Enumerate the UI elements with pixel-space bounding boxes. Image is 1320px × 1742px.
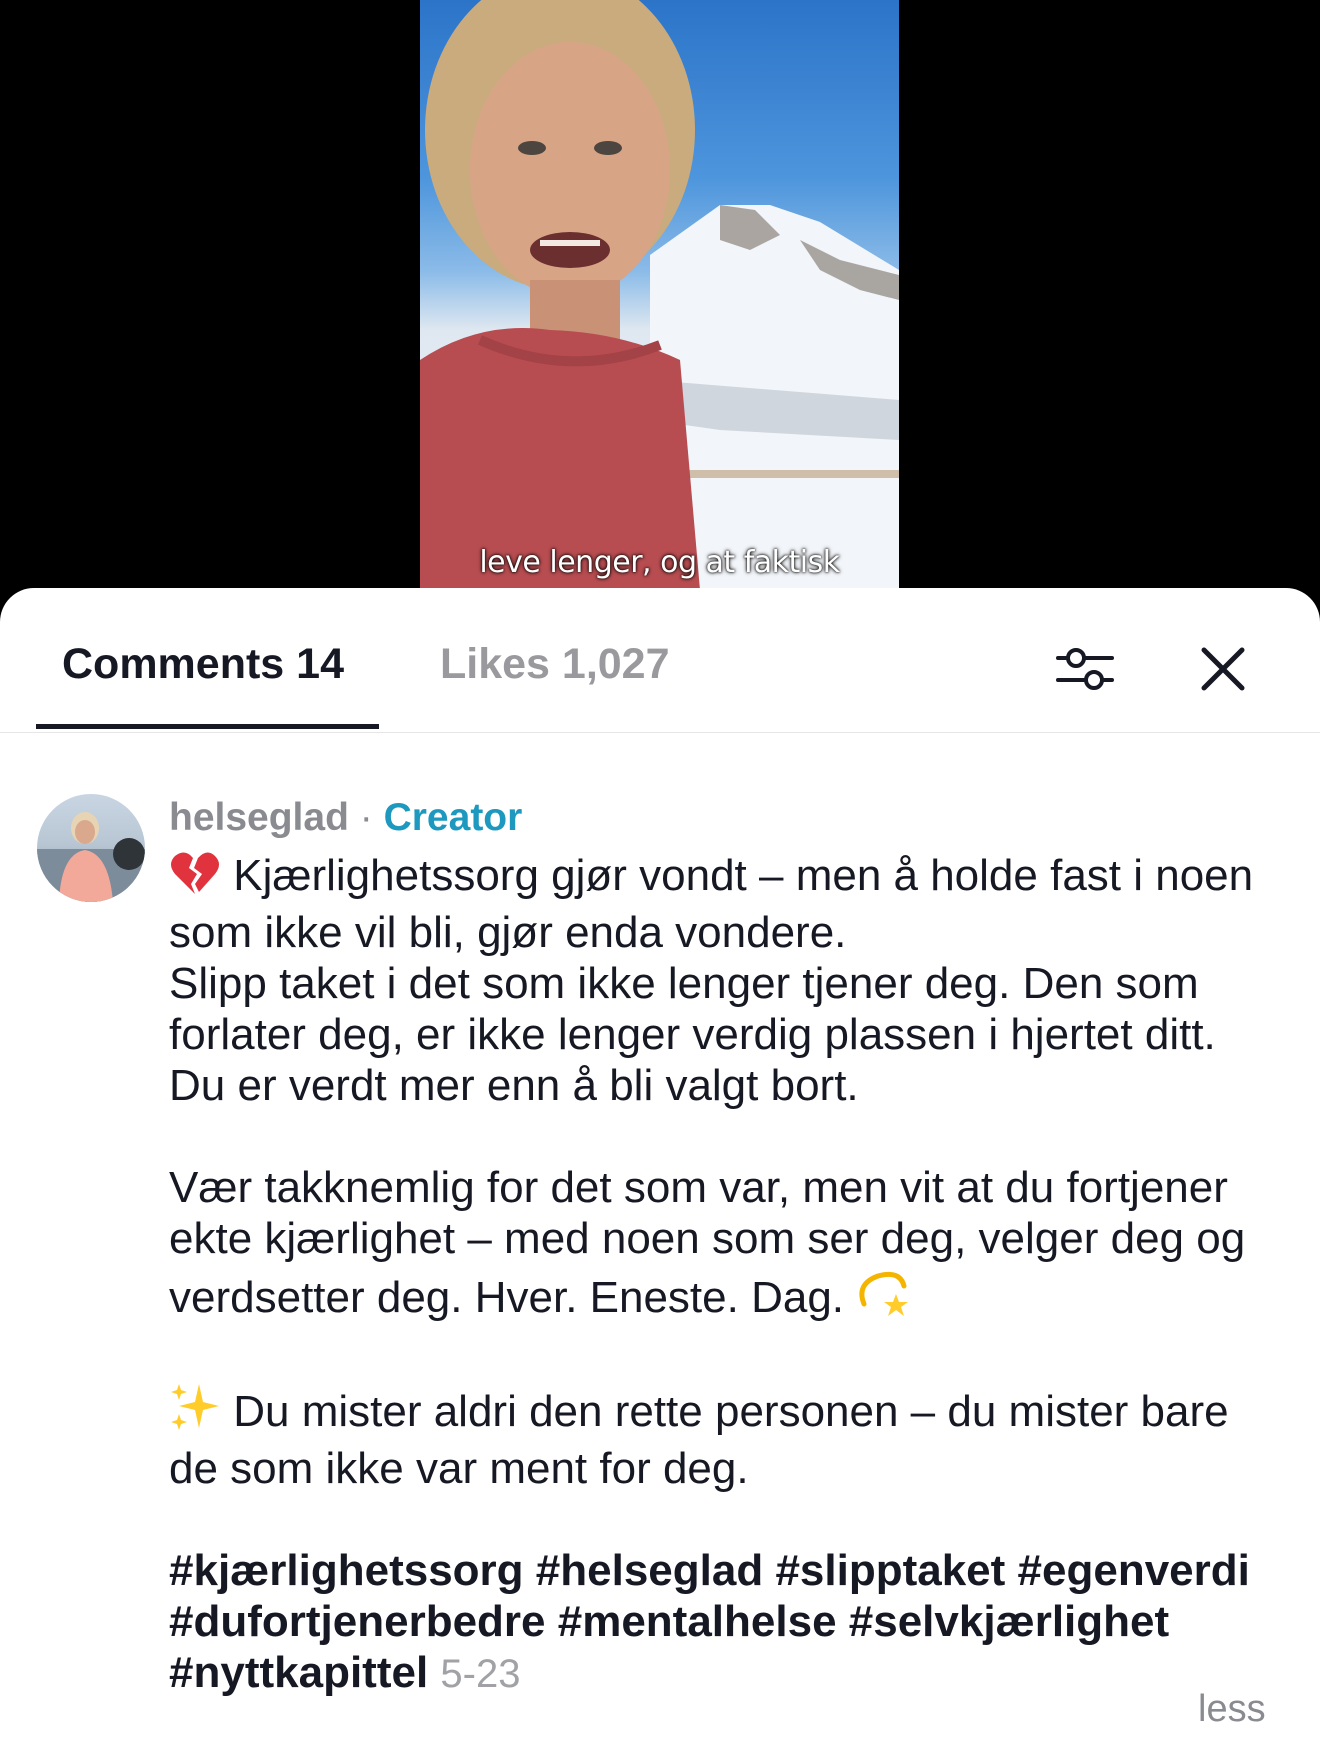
- comment-header: helseglad · Creator: [169, 796, 522, 840]
- hashtag-links[interactable]: #kjærlighetssorg #helseglad #slipptaket …: [169, 1546, 1250, 1697]
- tab-comments[interactable]: Comments 14: [62, 640, 344, 689]
- avatar[interactable]: [37, 794, 145, 902]
- less-button[interactable]: less: [1198, 1688, 1266, 1731]
- comment-username[interactable]: helseglad: [169, 796, 349, 839]
- active-tab-indicator: [36, 724, 379, 729]
- avatar-image: [37, 812, 145, 902]
- video-subtitle: leve lenger, og at faktisk: [479, 545, 840, 580]
- filter-button[interactable]: [1052, 636, 1118, 702]
- creator-badge: Creator: [383, 796, 523, 839]
- comment-paragraph-3: Du mister aldri den rette personen – du …: [169, 1380, 1279, 1494]
- close-button[interactable]: [1190, 636, 1256, 702]
- comment-paragraph-2: Vær takknemlig for det som var, men vit …: [169, 1162, 1279, 1329]
- comment-paragraph-2-text: Vær takknemlig for det som var, men vit …: [169, 1163, 1246, 1322]
- dizzy-star-icon: [856, 1264, 910, 1329]
- video-player[interactable]: leve lenger, og at faktisk: [420, 0, 899, 590]
- comments-sheet: Comments 14 Likes 1,027 helseglad · Crea…: [0, 588, 1320, 1742]
- tab-likes[interactable]: Likes 1,027: [440, 640, 670, 689]
- video-frame-image: [420, 0, 899, 590]
- sparkles-icon: [169, 1380, 221, 1443]
- header-separator: ·: [359, 796, 373, 839]
- comment-paragraph-1-text: Kjærlighetssorg gjør vondt – men å holde…: [169, 851, 1254, 1110]
- comment-date: 5-23: [440, 1652, 521, 1696]
- sliders-icon: [1056, 648, 1114, 690]
- comment-hashtags: #kjærlighetssorg #helseglad #slipptaket …: [169, 1545, 1279, 1700]
- comment-paragraph-1: Kjærlighetssorg gjør vondt – men å holde…: [169, 850, 1279, 1111]
- close-icon: [1201, 647, 1245, 691]
- comment-paragraph-3-text: Du mister aldri den rette personen – du …: [169, 1387, 1229, 1493]
- tab-bar: Comments 14 Likes 1,027: [0, 588, 1320, 733]
- broken-heart-icon: [169, 850, 221, 907]
- comment-text: Kjærlighetssorg gjør vondt – men å holde…: [169, 850, 1279, 1700]
